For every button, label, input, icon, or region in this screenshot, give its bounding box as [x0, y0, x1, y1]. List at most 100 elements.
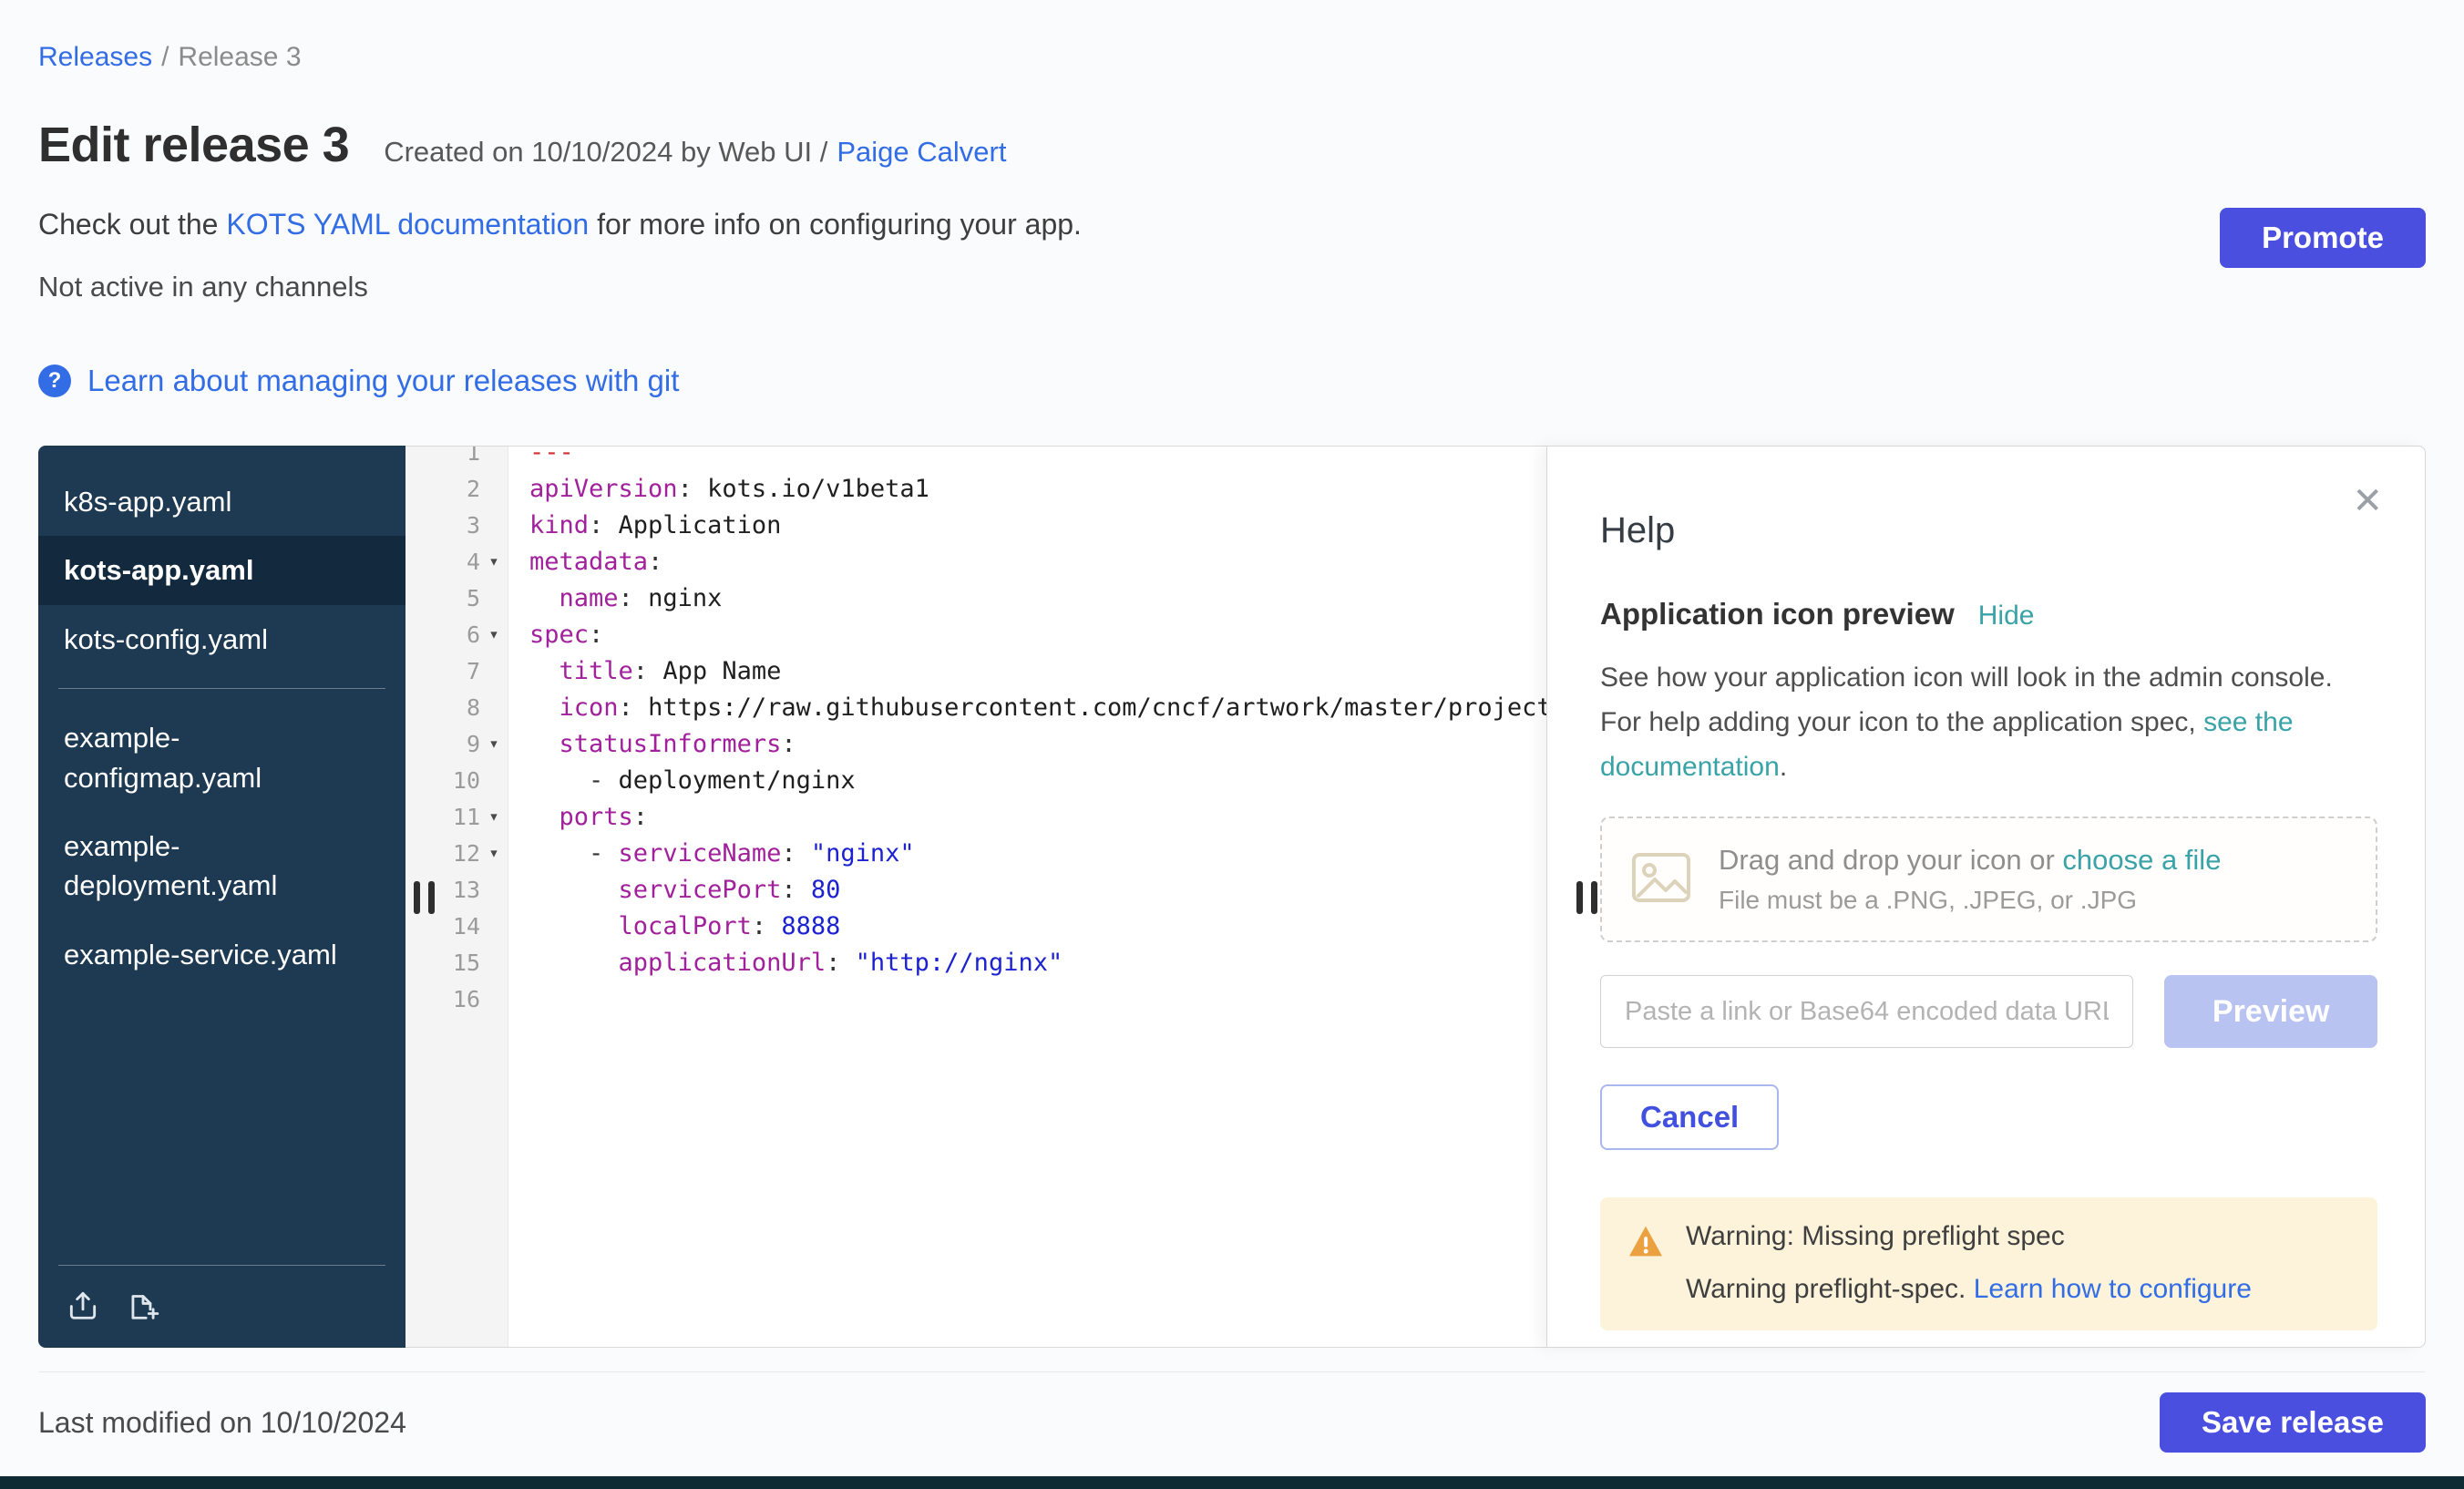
editor-lines: 1--- 2 apiVersion: kots.io/v1beta1 3 kind: A… — [406, 446, 1546, 1017]
promote-button[interactable]: Promote — [2220, 208, 2426, 268]
line-number: 9 — [467, 731, 480, 757]
cancel-button[interactable]: Cancel — [1600, 1084, 1779, 1150]
last-modified-text: Last modified on 10/10/2024 — [38, 1406, 406, 1440]
code-text: metadata: — [508, 548, 662, 576]
bottom-bar — [0, 1476, 2464, 1489]
icon-preview-section-header: Application icon preview Hide — [1600, 597, 2377, 632]
help-resize-handle[interactable] — [1576, 881, 1597, 914]
code-line-13: 13 servicePort: 80 — [406, 871, 1546, 908]
created-text: Created on 10/10/2024 by Web UI / — [384, 136, 827, 168]
doc-row: Check out the KOTS YAML documentation fo… — [38, 208, 2426, 303]
code-line-11: 11▾ ports: — [406, 798, 1546, 835]
doc-suffix: for more info on configuring your app. — [589, 208, 1082, 241]
line-number: 3 — [467, 512, 480, 539]
code-text: - deployment/nginx — [508, 766, 856, 795]
channel-status: Not active in any channels — [38, 271, 1082, 303]
code-text: apiVersion: kots.io/v1beta1 — [508, 475, 929, 503]
choose-file-link[interactable]: choose a file — [2062, 844, 2221, 876]
code-line-3: 3 kind: Application — [406, 507, 1546, 543]
code-line-6: 6▾spec: — [406, 616, 1546, 652]
release-workspace: k8s-app.yamlkots-app.yamlkots-config.yam… — [38, 446, 2426, 1348]
doc-prefix: Check out the — [38, 208, 226, 241]
file-item-kots-config.yaml[interactable]: kots-config.yaml — [38, 605, 406, 673]
line-number: 16 — [453, 986, 480, 1012]
dropzone-main-text: Drag and drop your icon or choose a file — [1719, 844, 2221, 877]
code-line-16: 16 — [406, 981, 1546, 1017]
breadcrumb-releases-link[interactable]: Releases — [38, 42, 152, 72]
fold-caret-icon[interactable]: ▾ — [480, 734, 508, 754]
page-title: Edit release 3 — [38, 117, 349, 173]
line-number: 13 — [453, 877, 480, 903]
line-number: 10 — [453, 767, 480, 794]
code-text: title: App Name — [508, 657, 781, 685]
gutter-cell: 2 — [406, 476, 508, 502]
created-info: Created on 10/10/2024 by Web UI / Paige C… — [384, 136, 1006, 169]
fold-caret-icon[interactable]: ▾ — [480, 551, 508, 571]
question-icon[interactable]: ? — [38, 365, 71, 397]
code-line-9: 9▾ statusInformers: — [406, 725, 1546, 762]
code-text: name: nginx — [508, 584, 722, 612]
code-line-7: 7 title: App Name — [406, 652, 1546, 689]
created-author-link[interactable]: Paige Calvert — [837, 136, 1006, 168]
code-line-8: 8 icon: https://raw.githubusercontent.co… — [406, 689, 1546, 725]
doc-column: Check out the KOTS YAML documentation fo… — [38, 208, 1082, 303]
preflight-warning-box: Warning: Missing preflight spec Warning … — [1600, 1197, 2377, 1330]
gutter-cell: 4▾ — [406, 549, 508, 575]
drag-drop-text: Drag and drop your icon or — [1719, 844, 2062, 876]
code-line-4: 4▾metadata: — [406, 543, 1546, 580]
kots-yaml-doc-link[interactable]: KOTS YAML documentation — [226, 208, 589, 241]
line-number: 1 — [467, 446, 480, 466]
file-item-kots-app.yaml[interactable]: kots-app.yaml — [38, 536, 406, 604]
code-line-2: 2 apiVersion: kots.io/v1beta1 — [406, 470, 1546, 507]
file-item-k8s-app.yaml[interactable]: k8s-app.yaml — [38, 467, 406, 536]
preview-button[interactable]: Preview — [2164, 975, 2377, 1048]
line-number: 12 — [453, 840, 480, 867]
file-item-example-service.yaml[interactable]: example-service.yaml — [38, 920, 406, 989]
new-file-icon[interactable] — [126, 1288, 160, 1322]
line-number: 2 — [467, 476, 480, 502]
code-text: spec: — [508, 621, 603, 649]
fold-caret-icon[interactable]: ▾ — [480, 624, 508, 644]
code-line-12: 12▾ - serviceName: "nginx" — [406, 835, 1546, 871]
icon-url-input[interactable] — [1600, 975, 2133, 1048]
save-release-button[interactable]: Save release — [2160, 1392, 2426, 1453]
code-line-15: 15 applicationUrl: "http://nginx" — [406, 944, 1546, 981]
hide-link[interactable]: Hide — [1978, 601, 2035, 632]
line-number: 5 — [467, 585, 480, 611]
edit-release-page: Releases/Release 3 Edit release 3 Create… — [0, 0, 2464, 1469]
icon-preview-description: See how your application icon will look … — [1600, 655, 2377, 789]
help-panel: ✕ Help Application icon preview Hide See… — [1546, 446, 2426, 1348]
description-suffix: . — [1780, 752, 1787, 782]
line-number: 4 — [467, 549, 480, 575]
warning-body-text: Warning preflight-spec. — [1686, 1274, 1974, 1304]
breadcrumb-separator: / — [161, 42, 169, 72]
code-text: kind: Application — [508, 511, 781, 539]
line-number: 7 — [467, 658, 480, 684]
upload-file-icon[interactable] — [66, 1288, 100, 1322]
gutter-cell: 3 — [406, 512, 508, 539]
file-item-example-deployment.yaml[interactable]: example-deployment.yaml — [38, 812, 406, 920]
sidebar-resize-handle[interactable] — [414, 881, 435, 914]
gutter-cell: 5 — [406, 585, 508, 611]
close-icon[interactable]: ✕ — [2352, 483, 2383, 519]
gutter-cell: 9▾ — [406, 731, 508, 757]
fold-caret-icon[interactable]: ▾ — [480, 806, 508, 827]
gutter-cell: 10 — [406, 767, 508, 794]
gutter-cell: 15 — [406, 950, 508, 976]
fold-caret-icon[interactable]: ▾ — [480, 843, 508, 863]
doc-line: Check out the KOTS YAML documentation fo… — [38, 208, 1082, 241]
learn-how-to-configure-link[interactable]: Learn how to configure — [1974, 1274, 2252, 1304]
help-title: Help — [1600, 510, 2377, 551]
git-help-link[interactable]: Learn about managing your releases with … — [87, 364, 679, 398]
code-line-1: 1--- — [406, 446, 1546, 470]
gutter-cell: 6▾ — [406, 621, 508, 648]
file-list: k8s-app.yamlkots-app.yamlkots-config.yam… — [38, 467, 406, 1265]
gutter-cell: 8 — [406, 694, 508, 721]
icon-dropzone[interactable]: Drag and drop your icon or choose a file… — [1600, 816, 2377, 942]
file-item-example-configmap.yaml[interactable]: example-configmap.yaml — [38, 703, 406, 812]
code-line-5: 5 name: nginx — [406, 580, 1546, 616]
line-number: 14 — [453, 913, 480, 940]
line-number: 11 — [453, 804, 480, 830]
line-number: 8 — [467, 694, 480, 721]
yaml-editor[interactable]: 1--- 2 apiVersion: kots.io/v1beta1 3 kind: A… — [406, 446, 1546, 1348]
